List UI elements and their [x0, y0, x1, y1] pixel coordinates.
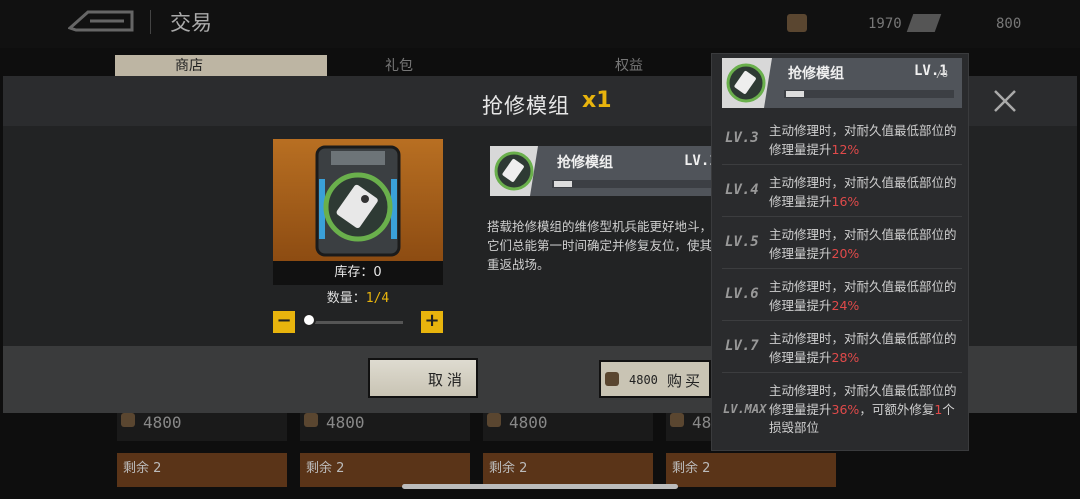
divider: [722, 216, 962, 217]
shop-card[interactable]: 4800 剩余 2: [300, 405, 470, 495]
card-price: 4800: [143, 413, 182, 432]
quantity-slider[interactable]: [303, 321, 403, 324]
currency-coins: 1970: [868, 16, 902, 32]
level-tag: LV.7: [725, 338, 759, 354]
tooltip-item-name: 抢修模组: [788, 66, 844, 82]
back-icon[interactable]: [68, 8, 134, 34]
quantity-label: 数量：1/4: [273, 287, 443, 306]
buy-button[interactable]: 4800 购买: [599, 360, 711, 398]
repair-module-icon: [315, 145, 401, 257]
buy-price: 4800: [629, 373, 658, 387]
card-stock: 剩余 2: [666, 453, 836, 487]
level-value: 12%: [831, 141, 860, 157]
level-text: 主动修理时，对耐久值最低部位的修理量提升24%: [769, 278, 959, 315]
shop-card[interactable]: 4800 剩余 2: [483, 405, 653, 495]
coin-icon: [121, 413, 135, 427]
tooltip-level-max: /8: [936, 69, 949, 80]
item-description: 搭载抢修模组的维修型机兵能更好地斗，它们总能第一时间确定并修复友位，使其重返战场…: [487, 219, 713, 272]
coin-icon: [787, 14, 807, 32]
divider: [722, 372, 962, 373]
card-stock: 剩余 2: [483, 453, 653, 487]
level-text: 主动修理时，对耐久值最低部位的修理量提升20%: [769, 226, 959, 263]
level-row: LV.7 主动修理时，对耐久值最低部位的修理量提升28%: [711, 328, 969, 372]
level-value: 24%: [831, 297, 860, 313]
divider: [722, 164, 962, 165]
item-image: [273, 139, 443, 261]
level-text: 主动修理时，对耐久值最低部位的修理量提升16%: [769, 174, 959, 211]
level-value: 36%: [831, 401, 860, 417]
close-icon[interactable]: [992, 88, 1018, 114]
buy-label: 购买: [667, 372, 704, 390]
card-stock: 剩余 2: [300, 453, 470, 487]
decrease-button[interactable]: −: [273, 311, 295, 333]
level-desc: 主动修理时，对耐久值最低部位的修理量提升: [769, 331, 957, 365]
tab-rights[interactable]: 权益: [615, 55, 643, 77]
level-tag: LV.MAX: [723, 402, 767, 416]
level-desc: 主动修理时，对耐久值最低部位的修理量提升: [769, 227, 957, 261]
quantity-value: 1/4: [365, 291, 390, 306]
level-desc: 主动修理时，对耐久值最低部位的修理量提升: [769, 123, 957, 157]
home-indicator[interactable]: [402, 484, 678, 489]
level-row: LV.MAX 主动修理时，对耐久值最低部位的修理量提升36%，可额外修复1个损毁…: [711, 380, 969, 442]
shop-card[interactable]: 4800 剩余 2: [117, 405, 287, 495]
coin-icon: [487, 413, 501, 427]
page-title: 交易: [170, 11, 212, 35]
coin-icon: [670, 413, 684, 427]
level-tag: LV.3: [725, 130, 759, 146]
coin-icon: [605, 372, 619, 386]
level-desc: 主动修理时，对耐久值最低部位的修理量提升: [769, 279, 957, 313]
quantity-caption: 数量：: [326, 291, 366, 306]
level-desc: 主动修理时，对耐久值最低部位的修理量提升: [769, 175, 957, 209]
coin-icon: [304, 413, 318, 427]
level-desc-extra: ，可额外修复: [859, 401, 935, 417]
divider: [150, 10, 151, 34]
slider-handle[interactable]: [302, 313, 316, 327]
tab-shop[interactable]: 商店: [115, 55, 327, 77]
card-price: 4800: [326, 413, 365, 432]
tab-gift[interactable]: 礼包: [385, 55, 413, 77]
divider: [722, 320, 962, 321]
level-row: LV.3 主动修理时，对耐久值最低部位的修理量提升12%: [711, 120, 969, 164]
divider: [722, 268, 962, 269]
cancel-label: 取消: [427, 371, 466, 389]
level-tag: LV.6: [725, 286, 759, 302]
dialog-title: 抢修模组: [482, 94, 570, 118]
level-row: LV.4 主动修理时，对耐久值最低部位的修理量提升16%: [711, 172, 969, 216]
increase-button[interactable]: +: [421, 311, 443, 333]
background-tabs: 商店 礼包 权益: [115, 55, 715, 77]
level-tag: LV.4: [725, 182, 759, 198]
card-stock: 剩余 2: [117, 453, 287, 487]
level-row: LV.5 主动修理时，对耐久值最低部位的修理量提升20%: [711, 224, 969, 268]
dialog-quantity: x1: [582, 88, 612, 113]
card-price: 4800: [509, 413, 548, 432]
level-value: 16%: [831, 193, 860, 209]
level-value: 28%: [831, 349, 860, 365]
level-text: 主动修理时，对耐久值最低部位的修理量提升28%: [769, 330, 959, 367]
level-row: LV.6 主动修理时，对耐久值最低部位的修理量提升24%: [711, 276, 969, 320]
level-value: 20%: [831, 245, 860, 261]
currency-tickets: 800: [996, 16, 1022, 32]
level-tag: LV.5: [725, 234, 759, 250]
level-text: 主动修理时，对耐久值最低部位的修理量提升36%，可额外修复1个损毁部位: [769, 382, 959, 438]
level-text: 主动修理时，对耐久值最低部位的修理量提升12%: [769, 122, 959, 159]
cancel-button[interactable]: 取消: [368, 358, 478, 398]
item-stock: 库存：0: [273, 261, 443, 285]
item-name: 抢修模组: [557, 155, 613, 171]
